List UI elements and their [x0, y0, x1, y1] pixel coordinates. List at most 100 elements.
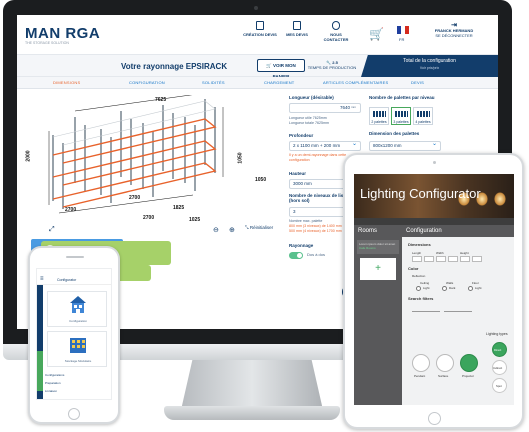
dim-height-small: 1050 — [255, 177, 267, 183]
pallet-icon — [395, 111, 408, 117]
pallets-label: Nombre de palettes par niveau — [369, 95, 435, 100]
dim-height-right: 1050 — [237, 152, 244, 164]
direct-label: Direct — [494, 348, 502, 352]
tab-loading[interactable]: CHARGEMENT — [264, 80, 294, 85]
menu-icon[interactable]: ≡ — [40, 276, 44, 282]
phone-speaker — [66, 256, 84, 258]
card-label: Configuration — [69, 319, 87, 323]
filter-select-1[interactable] — [412, 306, 440, 312]
total-value: Voir prix/prix — [419, 66, 440, 70]
spot-label: Spot — [496, 384, 502, 388]
floor-radio[interactable] — [468, 286, 473, 291]
rack-illustration — [48, 92, 224, 214]
tab-quote[interactable]: DEVIS — [411, 80, 424, 85]
tile-label: 2 palettes — [371, 120, 387, 124]
tab-dimensions[interactable]: DIMENSIONS — [53, 80, 80, 85]
rack-type-label: Rayonnage — [289, 243, 314, 248]
webcam — [254, 6, 258, 10]
total-label: Total de la configuration — [403, 58, 456, 64]
lamp-image — [494, 192, 506, 206]
config-total: Total de la configuration Voir prix/prix — [361, 55, 498, 77]
add-room-button[interactable]: + — [360, 258, 396, 280]
tab-accessories[interactable]: ARTICLES COMPLÉMENTAIRES — [323, 80, 388, 85]
dim-bay-2: 2700 — [129, 195, 141, 201]
length-unit-dropdown[interactable] — [424, 256, 434, 262]
user-menu[interactable]: ⇥ FRANCK HERMAND SE DÉCONNECTER — [419, 22, 489, 38]
back-to-back-toggle[interactable] — [289, 252, 303, 259]
length-note-total: Longueur totale 7625mm — [289, 121, 329, 125]
production-time: 🔧 2.5 TEMPS DE PRODUCTION — [307, 60, 357, 70]
ceiling-radio[interactable] — [416, 286, 421, 291]
fullscreen-icon[interactable]: ⤢ — [49, 226, 55, 234]
tile-3-pallets[interactable]: 3 palettes — [391, 107, 411, 125]
logout-link[interactable]: SE DÉCONNECTER — [419, 33, 489, 38]
surface-option[interactable] — [436, 354, 454, 372]
phone-home-button[interactable] — [68, 408, 80, 420]
length-dropdown[interactable] — [412, 256, 422, 262]
tile-2-pallets[interactable]: 2 palettes — [369, 107, 389, 125]
view-cart-button[interactable]: 🛒 VOIR MON PANIER — [257, 59, 305, 79]
reset-label: Réinitialiser — [249, 225, 274, 230]
levels-note-2: 800 mm (3 niveaux) de 1400 mm — [289, 224, 342, 228]
france-flag-icon[interactable] — [397, 26, 409, 34]
folder-icon — [293, 21, 301, 30]
ceiling-option: Light — [423, 286, 430, 290]
pallet-icon — [417, 111, 430, 117]
rack-3d-view[interactable]: 7625 2000 1050 1050 2700 2700 2700 1825 … — [23, 92, 283, 225]
phone-list-item[interactable]: Livraison — [45, 389, 57, 393]
dim-depth-2: 1025 — [189, 217, 201, 223]
tile-4-pallets[interactable]: 4 palettes — [413, 107, 433, 125]
floor-option: Light — [475, 286, 482, 290]
phone-frame: ≡ Configurator Configuration Stockage Mo… — [28, 246, 120, 424]
projector-option[interactable] — [460, 354, 478, 372]
nav-my-quotes[interactable]: MES DEVIS — [280, 21, 314, 37]
product-showcase: MAN RGA THE STORAGE SOLUTION CRÉATION DE… — [0, 0, 529, 432]
phone-card-configuration[interactable]: Configuration — [47, 291, 107, 327]
dimensions-section-label: Dimensions — [408, 242, 431, 247]
calculator-icon — [256, 21, 264, 30]
length-value: 7640 — [339, 105, 350, 110]
depth-label: Profondeur — [289, 133, 314, 138]
cart-icon[interactable]: 🛒 — [369, 27, 384, 41]
height-dropdown[interactable] — [460, 256, 470, 262]
tab-configuration[interactable]: CONFIGURATION — [129, 80, 165, 85]
config-tabs: DIMENSIONS CONFIGURATION SOLIDITÉS CHARG… — [17, 77, 498, 89]
width-dropdown[interactable] — [436, 256, 446, 262]
walls-radio[interactable] — [442, 286, 447, 291]
reset-view-button[interactable]: ⤡ Réinitialiser — [245, 225, 273, 230]
language-selector[interactable]: FR — [399, 37, 404, 42]
tablet-home-button[interactable] — [428, 412, 441, 425]
brand-tagline: THE STORAGE SOLUTION — [25, 41, 69, 45]
phone-list-item[interactable]: Configurations — [45, 373, 64, 377]
nav-contact[interactable]: NOUS CONTACTER — [319, 21, 353, 42]
tablet-hero: Lighting Configurator — [354, 174, 514, 218]
phone-list-item[interactable]: Préparation — [45, 381, 61, 385]
tab-solidities[interactable]: SOLIDITÉS — [202, 80, 225, 85]
tile-label: 3 palettes — [393, 120, 409, 124]
depth-select[interactable]: 2 x 1100 mm + 200 mm — [289, 140, 361, 151]
levels-note: Nombre max. palette — [289, 219, 323, 223]
pendant-option[interactable] — [412, 354, 430, 372]
phone-title: Configurator — [57, 278, 77, 282]
phone-card-storage[interactable]: Stockage Modulaire — [47, 331, 107, 367]
pallet-dims-select[interactable]: 800x1200 mm — [369, 140, 441, 151]
tablet-title: Lighting Configurator — [360, 186, 481, 201]
length-label: Longueur (désirable) — [289, 95, 334, 100]
nav-label: MES DEVIS — [286, 32, 308, 37]
zoom-out-icon[interactable]: ⊖ — [213, 226, 219, 234]
zoom-in-icon[interactable]: ⊕ — [229, 226, 235, 234]
nav-create-quote[interactable]: CRÉATION DEVIS — [243, 21, 277, 37]
width-unit-dropdown[interactable] — [448, 256, 458, 262]
search-filters-label: Search filters — [408, 296, 434, 301]
length-note-useful: Longueur utile 7625mm — [289, 116, 327, 120]
page-title: Votre rayonnage EPSIRACK — [121, 62, 228, 71]
levels-note-3: 500 mm (4 niveaux) de 1700 mm — [289, 229, 342, 233]
lighting-types-label: Lighting types — [486, 332, 508, 336]
dim-depth: 1825 — [173, 205, 185, 211]
phone-navbar: ≡ Configurator — [37, 275, 111, 285]
filter-select-2[interactable] — [444, 306, 472, 312]
brand-logo[interactable]: MAN RGA — [25, 25, 100, 42]
room-item[interactable]: Lorem ipsum dolor sit amet Cafe Rooms — [357, 240, 399, 254]
height-unit-dropdown[interactable] — [472, 256, 482, 262]
rooms-header: Rooms — [354, 225, 402, 237]
